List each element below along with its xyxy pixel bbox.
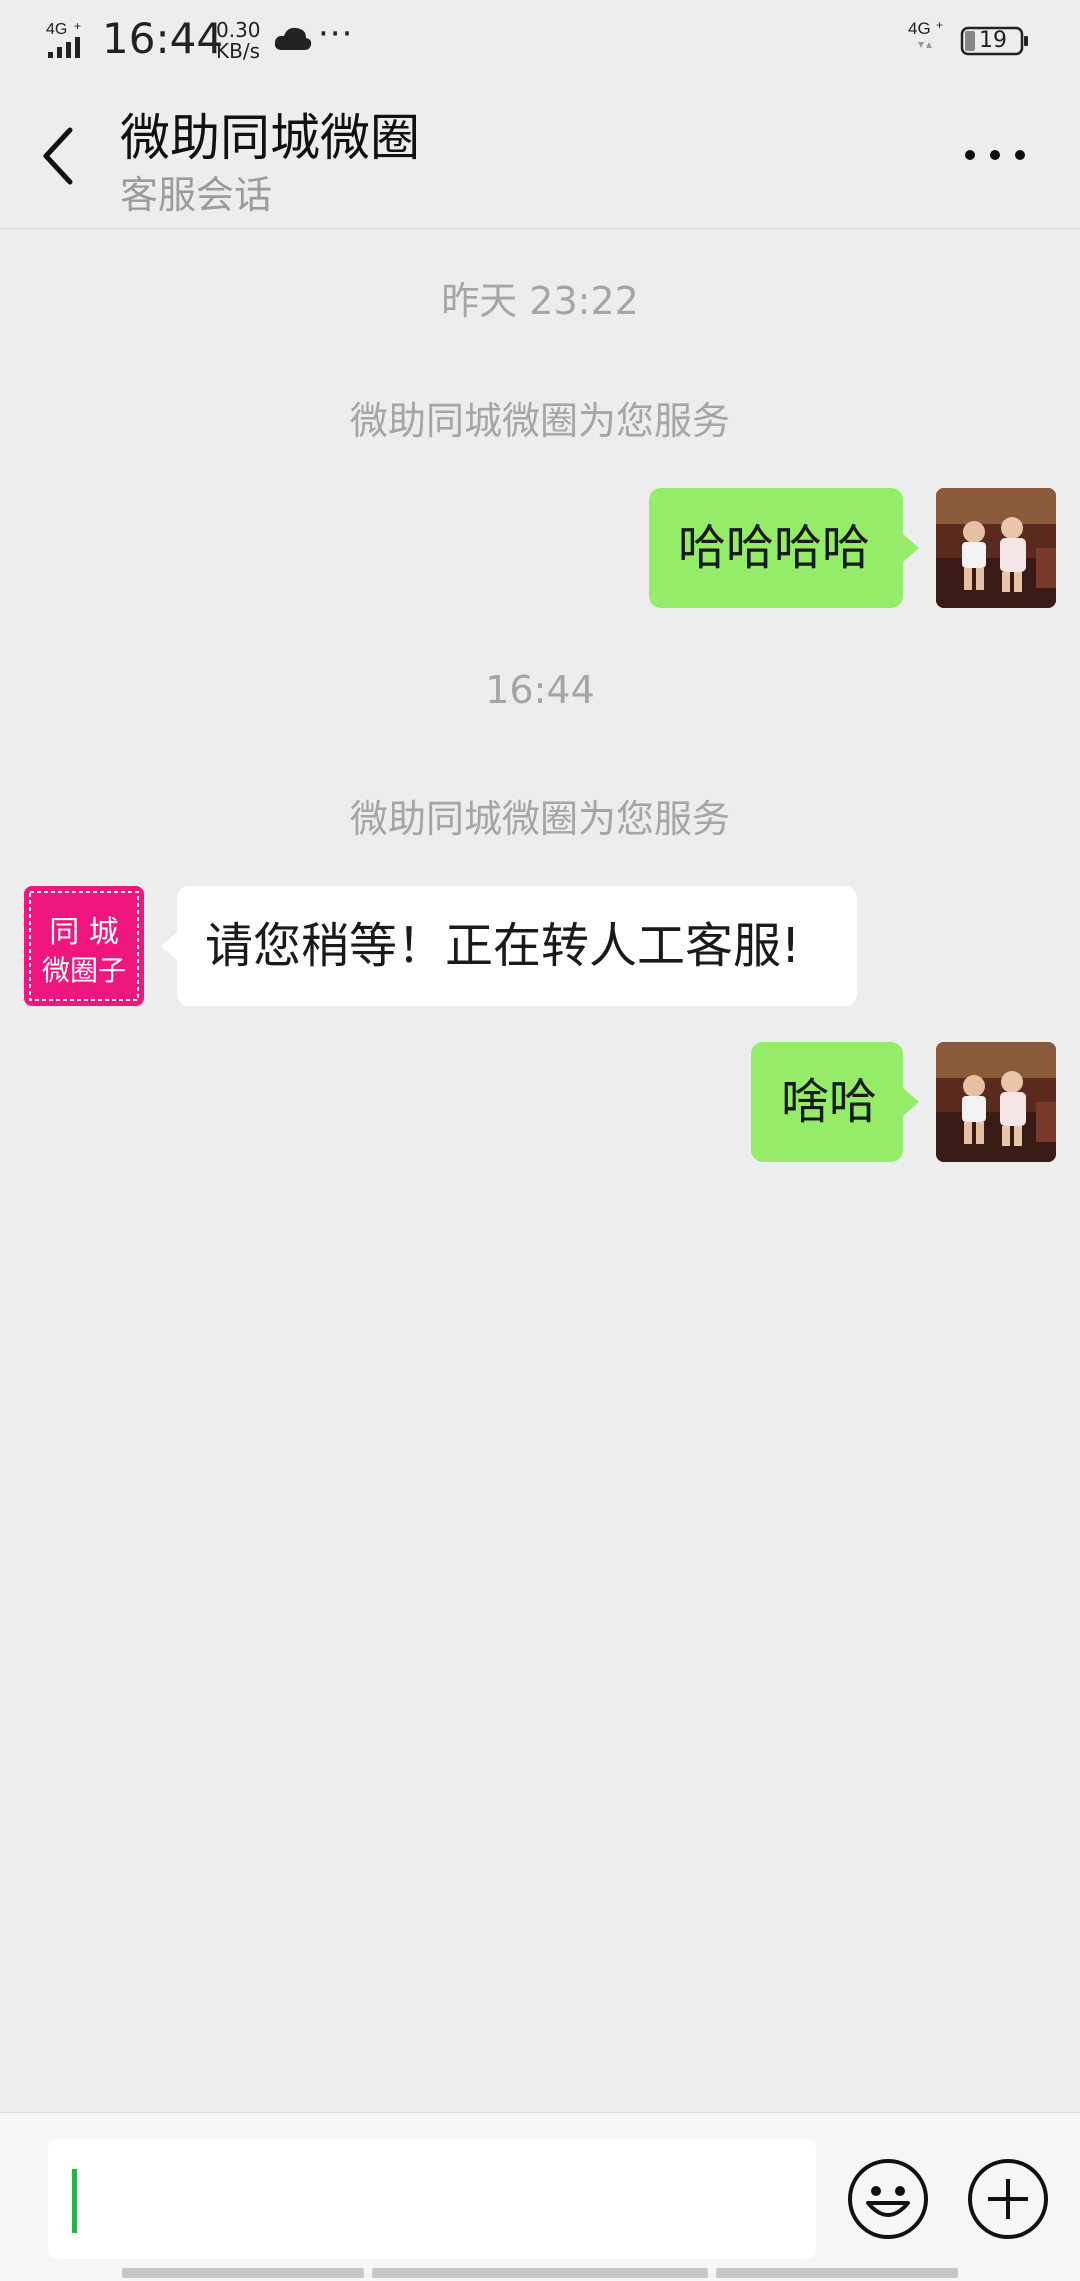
message-bubble-sent[interactable]: 哈哈哈哈 bbox=[649, 488, 903, 608]
smiley-icon[interactable] bbox=[846, 2157, 930, 2241]
system-message: 微助同城微圈为您服务 bbox=[349, 797, 730, 841]
bubble-tail bbox=[161, 932, 177, 960]
timestamp: 昨天 23:22 bbox=[441, 279, 639, 323]
timestamp: 16:44 bbox=[485, 668, 595, 712]
bot-avatar[interactable]: 同 城 微圈子 bbox=[24, 886, 144, 1006]
bot-logo-line1: 同 城 bbox=[49, 915, 119, 950]
user-avatar-photo bbox=[936, 1042, 1056, 1162]
message-bubble-received[interactable]: 请您稍等！正在转人工客服! bbox=[177, 886, 857, 1006]
svg-text:+: + bbox=[936, 18, 943, 32]
battery-level: 19 bbox=[979, 28, 1007, 53]
bubble-tail bbox=[903, 1088, 919, 1116]
chevron-left-icon[interactable] bbox=[30, 116, 90, 196]
nav-segment[interactable] bbox=[716, 2268, 958, 2278]
network-type-label: 4G bbox=[46, 21, 67, 38]
bot-logo: 同 城 微圈子 bbox=[24, 886, 144, 1006]
bubble-tail bbox=[903, 534, 919, 562]
system-nav-bar bbox=[0, 2268, 1080, 2280]
network-right-icon: 4G + bbox=[908, 18, 943, 48]
chat-title: 微助同城微圈 bbox=[120, 109, 420, 167]
chat-header: 微助同城微圈 客服会话 bbox=[0, 80, 1080, 229]
input-bar bbox=[0, 2112, 1080, 2281]
signal-icon: 4G + bbox=[46, 20, 81, 58]
network-speed-value: 0.30 bbox=[216, 18, 261, 42]
avatar[interactable] bbox=[936, 488, 1056, 608]
network-speed-unit: KB/s bbox=[216, 39, 260, 63]
plus-circle-icon[interactable] bbox=[966, 2157, 1050, 2241]
status-time: 16:44 bbox=[102, 14, 224, 63]
message-bubble-sent[interactable]: 啥哈 bbox=[751, 1042, 903, 1162]
cloud-icon bbox=[274, 27, 312, 50]
network-right-label: 4G bbox=[908, 19, 931, 38]
status-more-icon: ··· bbox=[318, 14, 354, 54]
nav-segment[interactable] bbox=[122, 2268, 364, 2278]
user-avatar-photo bbox=[936, 488, 1056, 608]
status-bar: 4G + 16:44 0.30 KB/s ··· 4G + 19 bbox=[0, 0, 1080, 80]
bot-logo-line2: 微圈子 bbox=[42, 954, 126, 987]
svg-text:+: + bbox=[74, 20, 81, 33]
nav-segment[interactable] bbox=[372, 2268, 708, 2278]
chat-subtitle: 客服会话 bbox=[120, 173, 273, 217]
text-caret bbox=[72, 2169, 77, 2233]
message-input[interactable] bbox=[48, 2139, 816, 2259]
more-dots-icon[interactable] bbox=[960, 130, 1030, 180]
network-speed: 0.30 KB/s bbox=[216, 20, 261, 62]
avatar[interactable] bbox=[936, 1042, 1056, 1162]
system-message: 微助同城微圈为您服务 bbox=[349, 399, 730, 443]
